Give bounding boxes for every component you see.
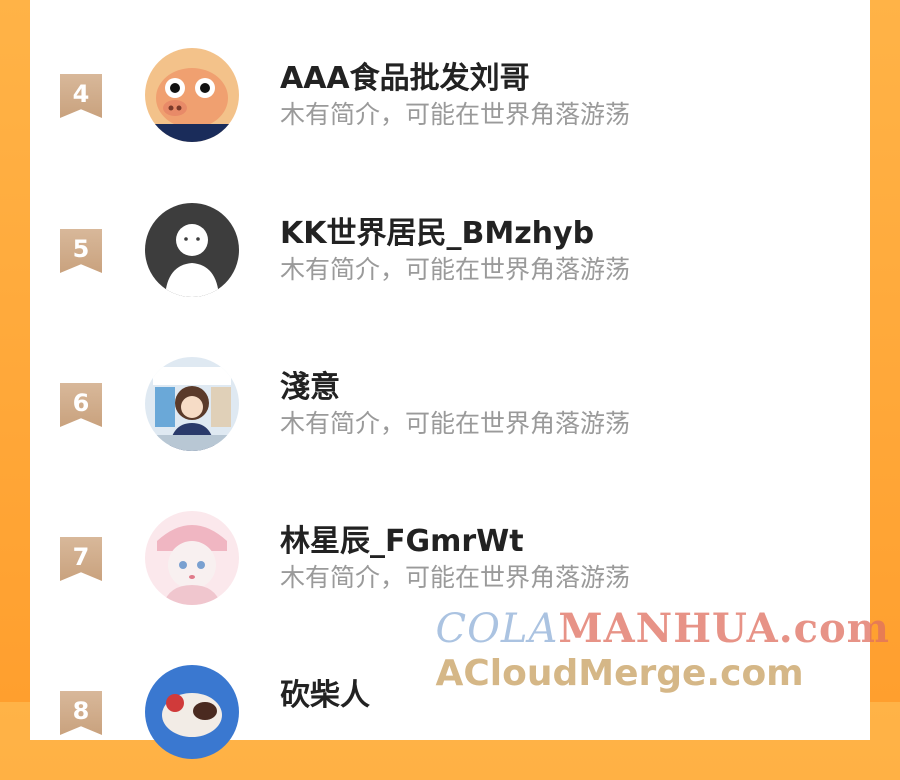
user-intro: 木有简介，可能在世界角落游荡	[280, 255, 631, 284]
user-name[interactable]: KK世界居民_BMzhyb	[280, 208, 594, 252]
rank-badge: 5	[60, 229, 102, 273]
avatar[interactable]	[145, 511, 239, 605]
user-intro: 木有简介，可能在世界角落游荡	[280, 563, 631, 592]
rank-badge: 6	[60, 383, 102, 427]
list-item[interactable]: 4 AAA食品批发刘哥 木有简介，可能在世界角落游荡	[30, 43, 870, 163]
avatar[interactable]	[145, 48, 239, 142]
user-name[interactable]: 淺意	[280, 362, 340, 406]
user-name[interactable]: 砍柴人	[280, 670, 370, 714]
rank-badge: 7	[60, 537, 102, 581]
rank-badge: 4	[60, 74, 102, 118]
list-item[interactable]: 6 淺意 木有简介，可能在世界角落游荡	[30, 352, 870, 472]
rank-badge: 8	[60, 691, 102, 735]
avatar[interactable]	[145, 665, 239, 759]
watermark-line-1: COLAMANHUA.com	[435, 605, 890, 653]
site-watermark: COLAMANHUA.com ACloudMerge.com	[436, 606, 891, 696]
avatar[interactable]	[145, 203, 239, 297]
avatar[interactable]	[145, 357, 239, 451]
list-item[interactable]: 5 KK世界居民_BMzhyb 木有简介，可能在世界角落游荡	[30, 198, 870, 318]
user-name[interactable]: 林星辰_FGmrWt	[280, 516, 524, 560]
user-intro: 木有简介，可能在世界角落游荡	[280, 409, 631, 438]
user-name[interactable]: AAA食品批发刘哥	[280, 53, 530, 97]
watermark-line-2: ACloudMerge.com	[435, 653, 804, 694]
user-intro: 木有简介，可能在世界角落游荡	[280, 100, 631, 129]
